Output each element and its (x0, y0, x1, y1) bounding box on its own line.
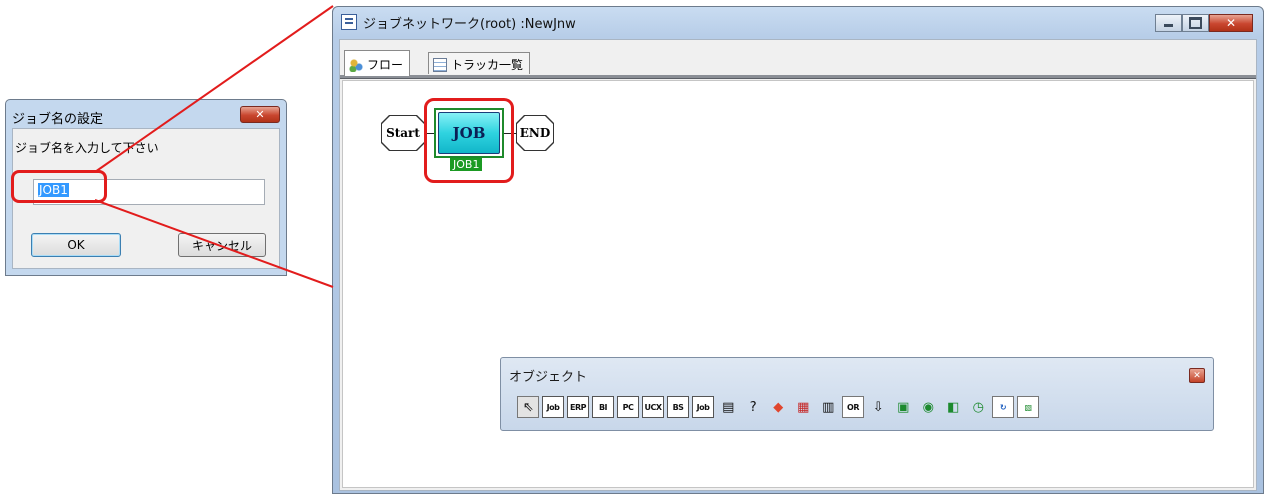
close-icon: ✕ (1193, 370, 1201, 381)
close-icon: ✕ (1225, 16, 1237, 30)
tab-strip: フロー トラッカ一覧 (340, 40, 1256, 79)
window-title: ジョブネットワーク(root) :NewJnw (363, 16, 576, 32)
dialog-close-button[interactable]: ✕ (240, 106, 280, 123)
ok-button[interactable]: OK (31, 233, 121, 257)
job-highlight-callout (424, 98, 514, 183)
palette-title: オブジェクト (509, 370, 588, 385)
erp-tool-icon[interactable]: ERP (567, 396, 589, 418)
tab-divider (340, 75, 1256, 79)
cancel-button[interactable]: キャンセル (178, 233, 266, 257)
wait-file-tool-icon[interactable]: ◧ (942, 396, 964, 418)
tab-flow[interactable]: フロー (344, 50, 411, 76)
object-palette: オブジェクト ✕ ⇖ Job ERP BI PC UCX BS Job ▤ ? … (500, 357, 1214, 431)
document-tool-icon[interactable]: ▤ (717, 396, 739, 418)
branch-tool-icon[interactable]: ◆ (767, 396, 789, 418)
wait-jnw-tool-icon[interactable]: ◉ (917, 396, 939, 418)
parallel-tool-icon[interactable]: ▥ (817, 396, 839, 418)
tracker-list-icon (433, 57, 447, 72)
end-node[interactable]: END (517, 116, 553, 150)
dialog-prompt: ジョブ名を入力して下さい (15, 141, 159, 155)
tab-tracker-list-label: トラッカ一覧 (451, 58, 524, 72)
maximize-button[interactable] (1182, 14, 1209, 32)
job-wait-tool-icon[interactable]: Job (692, 396, 714, 418)
arrow-down-tool-icon[interactable]: ⇩ (867, 396, 889, 418)
or-tool-icon[interactable]: OR (842, 396, 864, 418)
wait-time-tool-icon[interactable]: ◷ (967, 396, 989, 418)
palette-toolbar: ⇖ Job ERP BI PC UCX BS Job ▤ ? ◆ ▦ ▥ OR … (517, 396, 1039, 418)
start-node[interactable]: Start (382, 116, 424, 150)
window-titlebar[interactable]: ジョブネットワーク(root) :NewJnw (333, 7, 1263, 37)
bi-tool-icon[interactable]: BI (592, 396, 614, 418)
ucx-tool-icon[interactable]: UCX (642, 396, 664, 418)
tab-flow-label: フロー (367, 58, 404, 72)
start-node-label: Start (386, 126, 420, 140)
dialog-title: ジョブ名の設定 (12, 112, 104, 127)
window-controls: ✕ (1155, 14, 1253, 32)
condition-tool-icon[interactable]: ? (742, 396, 764, 418)
tab-tracker-list[interactable]: トラッカ一覧 (428, 52, 531, 74)
app-icon (341, 14, 357, 30)
input-highlight-callout (11, 170, 107, 203)
event-send-tool-icon[interactable]: ↻ (992, 396, 1014, 418)
calendar-tool-icon[interactable]: ▦ (792, 396, 814, 418)
wait-job-tool-icon[interactable]: ▣ (892, 396, 914, 418)
palette-close-button[interactable]: ✕ (1189, 368, 1205, 383)
bs-tool-icon[interactable]: BS (667, 396, 689, 418)
close-button[interactable]: ✕ (1209, 14, 1253, 32)
pointer-tool-icon[interactable]: ⇖ (517, 396, 539, 418)
event-receive-tool-icon[interactable]: ▧ (1017, 396, 1039, 418)
flow-icon (349, 57, 363, 72)
end-node-label: END (519, 126, 551, 140)
pc-tool-icon[interactable]: PC (617, 396, 639, 418)
job-tool-icon[interactable]: Job (542, 396, 564, 418)
minimize-button[interactable] (1155, 14, 1182, 32)
close-icon: ✕ (255, 108, 265, 121)
